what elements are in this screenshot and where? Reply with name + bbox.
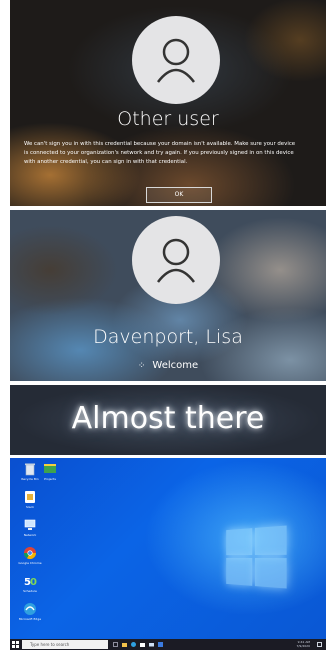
desktop-icon-edge[interactable]: Microsoft Edge bbox=[10, 602, 50, 621]
svg-text:0: 0 bbox=[30, 577, 37, 588]
loading-spinner-icon: ⁘ bbox=[137, 361, 147, 371]
desktop-icon-network[interactable]: Network bbox=[10, 518, 50, 537]
slack-icon bbox=[25, 491, 35, 503]
mail-icon[interactable] bbox=[149, 642, 154, 647]
ok-button[interactable]: OK bbox=[146, 187, 212, 203]
error-message-line: We can't sign you in with this credentia… bbox=[24, 141, 296, 147]
welcome-status: ⁘ Welcome bbox=[10, 360, 326, 371]
user-title: Other user bbox=[117, 108, 219, 130]
user-silhouette-icon bbox=[157, 38, 195, 83]
network-icon bbox=[24, 519, 36, 530]
user-avatar bbox=[132, 16, 220, 104]
taskbar: Type here to search 9:41 AM 7/9/2020 bbox=[10, 639, 326, 650]
error-message-line: is connected to your organization's netw… bbox=[24, 150, 294, 156]
desktop-icon-label: Network bbox=[23, 533, 37, 537]
desktop-icon-schedule[interactable]: 5 0 Schedule bbox=[10, 574, 50, 593]
desktop-icon-label: Projects bbox=[44, 477, 56, 481]
desktop-icon-label: Microsoft Edge bbox=[18, 617, 42, 621]
notification-icon[interactable] bbox=[317, 642, 322, 647]
error-message-line: with another credential, you can sign in… bbox=[24, 159, 188, 165]
windows-logo-wallpaper bbox=[226, 525, 287, 589]
user-name: Davenport, Lisa bbox=[93, 326, 243, 348]
projects-icon bbox=[44, 464, 56, 473]
welcome-screen: Davenport, Lisa ⁘ Welcome bbox=[10, 210, 326, 381]
sign-in-error-screen: Other user We can't sign you in with thi… bbox=[10, 0, 326, 206]
error-message: We can't sign you in with this credentia… bbox=[24, 140, 316, 167]
almost-there-screen: Almost there bbox=[10, 385, 326, 455]
taskbar-date: 7/9/2020 bbox=[296, 643, 310, 648]
windows-start-icon[interactable] bbox=[12, 641, 19, 648]
store-icon[interactable] bbox=[140, 642, 145, 647]
taskbar-search-box[interactable]: Type here to search bbox=[22, 640, 108, 649]
edge-taskbar-icon[interactable] bbox=[131, 642, 136, 647]
photos-icon[interactable] bbox=[158, 642, 163, 647]
desktop-icon-slack[interactable]: Slack bbox=[10, 490, 50, 509]
almost-there-text: Almost there bbox=[71, 401, 265, 436]
welcome-label: Welcome bbox=[152, 360, 199, 371]
chrome-icon bbox=[23, 547, 36, 560]
schedule-icon: 5 0 bbox=[24, 577, 37, 588]
desktop-icon-projects[interactable]: Projects bbox=[30, 462, 70, 481]
taskbar-clock[interactable]: 9:41 AM 7/9/2020 bbox=[296, 640, 310, 648]
task-view-icon[interactable] bbox=[113, 642, 118, 647]
user-silhouette-icon bbox=[157, 238, 195, 283]
edge-icon bbox=[24, 603, 36, 615]
desktop-icon-label: Schedule bbox=[23, 589, 37, 593]
user-avatar bbox=[132, 216, 220, 304]
file-explorer-icon[interactable] bbox=[122, 642, 127, 647]
desktop-icon-label: Google Chrome bbox=[18, 561, 42, 565]
desktop-icon-label: Slack bbox=[26, 505, 34, 509]
desktop-screen: Recycle Bin Projects Slack Network Googl… bbox=[10, 458, 326, 650]
desktop-icon-chrome[interactable]: Google Chrome bbox=[10, 546, 50, 565]
